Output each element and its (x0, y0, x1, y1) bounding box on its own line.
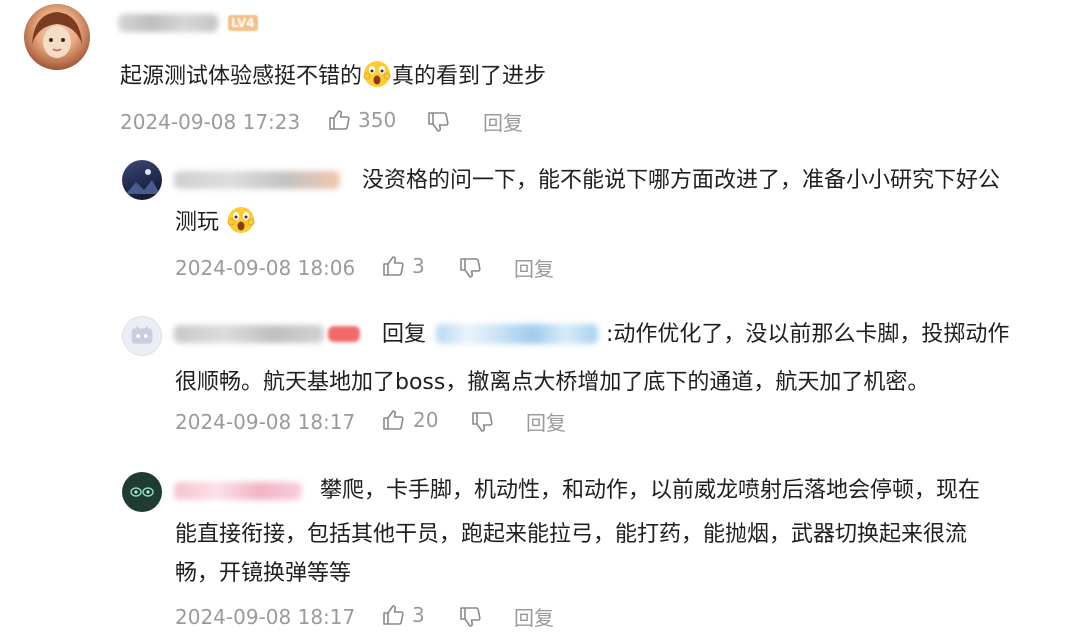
mentioned-user-blurred[interactable] (436, 324, 598, 344)
username-blurred[interactable] (118, 14, 218, 32)
timestamp: 2024-09-08 18:06 (175, 256, 356, 280)
thumbs-up-icon[interactable] (381, 408, 405, 432)
thumbs-down-icon[interactable] (426, 110, 450, 134)
timestamp: 2024-09-08 17:23 (120, 110, 301, 134)
thumbs-down-icon[interactable] (458, 256, 482, 280)
scream-emoji-icon (226, 205, 256, 235)
username-blurred[interactable] (174, 482, 302, 500)
like-count: 20 (413, 408, 439, 432)
timestamp: 2024-09-08 18:17 (175, 605, 356, 629)
like-count: 3 (412, 254, 425, 278)
timestamp: 2024-09-08 18:17 (175, 410, 356, 434)
avatar[interactable] (122, 472, 162, 512)
avatar[interactable] (24, 4, 90, 70)
thumbs-down-icon[interactable] (470, 410, 494, 434)
comment-text-line3: 畅，开镜换弹等等 (175, 561, 352, 586)
like-count: 3 (412, 603, 425, 627)
comment-text-line1: 没资格的问一下，能不能说下哪方面改进了，准备小小研究下好公 (362, 168, 1001, 193)
level-badge: LV4 (228, 15, 258, 31)
comment-text-line1: :动作优化了，没以前那么卡脚，投掷动作 (606, 322, 1010, 347)
comment-text: 起源测试体验感挺不错的 真的看到了进步 (120, 56, 546, 98)
reply-button[interactable]: 回复 (526, 409, 566, 437)
username-blurred[interactable] (174, 325, 324, 343)
reply-button[interactable]: 回复 (483, 109, 523, 137)
reply-prefix: 回复 (382, 322, 427, 347)
comment-text-line2: 能直接衔接，包括其他干员，跑起来能拉弓，能打药，能抛烟，武器切换起来很流 (175, 522, 968, 547)
reply-button[interactable]: 回复 (514, 604, 554, 632)
avatar[interactable] (122, 160, 162, 200)
thumbs-up-icon[interactable] (381, 603, 405, 627)
username-blurred[interactable] (174, 171, 340, 189)
like-count: 350 (358, 108, 397, 132)
thumbs-up-icon[interactable] (381, 254, 405, 278)
thumbs-up-icon[interactable] (327, 108, 351, 132)
avatar[interactable] (122, 316, 162, 356)
comment-text-line2: 很顺畅。航天基地加了boss，撤离点大桥增加了底下的通道，航天加了机密。 (175, 370, 930, 395)
scream-emoji-icon (362, 59, 392, 89)
comment-text-line1: 攀爬，卡手脚，机动性，和动作，以前威龙喷射后落地会停顿，现在 (320, 478, 981, 503)
comment-text-line2: 测玩 (175, 202, 256, 244)
thumbs-down-icon[interactable] (458, 605, 482, 629)
reply-button[interactable]: 回复 (514, 255, 554, 283)
level-badge-blurred (328, 326, 360, 342)
